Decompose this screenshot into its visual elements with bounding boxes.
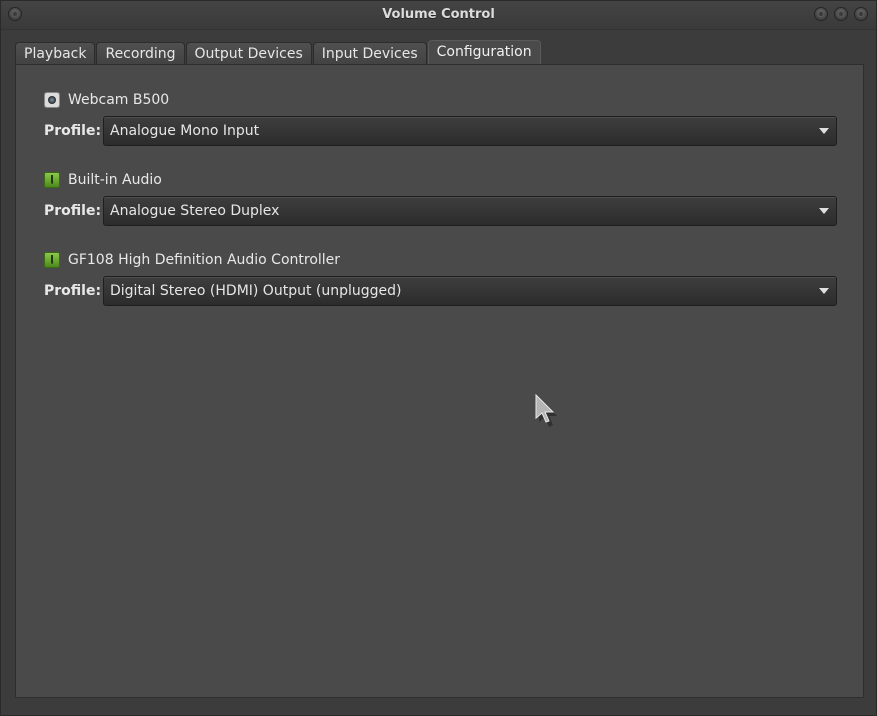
tab-playback[interactable]: Playback — [15, 42, 96, 65]
profile-dropdown-value: Analogue Mono Input — [110, 123, 260, 139]
device-header: Webcam B500 — [44, 90, 169, 110]
profile-row: Profile: Analogue Mono Input — [44, 116, 837, 146]
device-name: GF108 High Definition Audio Controller — [68, 252, 341, 268]
profile-dropdown[interactable]: Analogue Stereo Duplex — [103, 196, 837, 226]
profile-row: Profile: Digital Stereo (HDMI) Output (u… — [44, 276, 837, 306]
tab-output-devices[interactable]: Output Devices — [185, 42, 312, 65]
profile-dropdown-value: Digital Stereo (HDMI) Output (unplugged) — [110, 283, 402, 299]
title-bar[interactable]: Volume Control — [1, 1, 876, 30]
audio-card-icon — [44, 172, 60, 188]
profile-dropdown[interactable]: Digital Stereo (HDMI) Output (unplugged) — [103, 276, 837, 306]
device-name: Webcam B500 — [68, 92, 170, 108]
tab-input-devices[interactable]: Input Devices — [312, 42, 427, 65]
profile-dropdown[interactable]: Analogue Mono Input — [103, 116, 837, 146]
minimize-button[interactable] — [814, 7, 828, 21]
close-button[interactable] — [854, 7, 868, 21]
profile-dropdown-value: Analogue Stereo Duplex — [110, 203, 280, 219]
configuration-panel: Webcam B500 Profile: Analogue Mono Input… — [15, 64, 864, 698]
audio-card-icon — [44, 252, 60, 268]
profile-label: Profile: — [44, 203, 102, 219]
mouse-cursor-icon — [535, 394, 557, 427]
tab-bar: Playback Recording Output Devices Input … — [15, 40, 542, 65]
tab-configuration[interactable]: Configuration — [427, 40, 541, 65]
device-header: GF108 High Definition Audio Controller — [44, 250, 340, 270]
webcam-icon — [44, 92, 60, 108]
profile-label: Profile: — [44, 283, 102, 299]
chevron-down-icon — [819, 208, 829, 214]
window-title: Volume Control — [382, 7, 495, 22]
chevron-down-icon — [819, 128, 829, 134]
maximize-button[interactable] — [834, 7, 848, 21]
chevron-down-icon — [819, 288, 829, 294]
device-header: Built-in Audio — [44, 170, 162, 190]
device-name: Built-in Audio — [68, 172, 162, 188]
profile-label: Profile: — [44, 123, 102, 139]
tab-recording[interactable]: Recording — [96, 42, 185, 65]
profile-row: Profile: Analogue Stereo Duplex — [44, 196, 837, 226]
volume-control-window: Volume Control Playback Recording Output… — [0, 0, 877, 716]
